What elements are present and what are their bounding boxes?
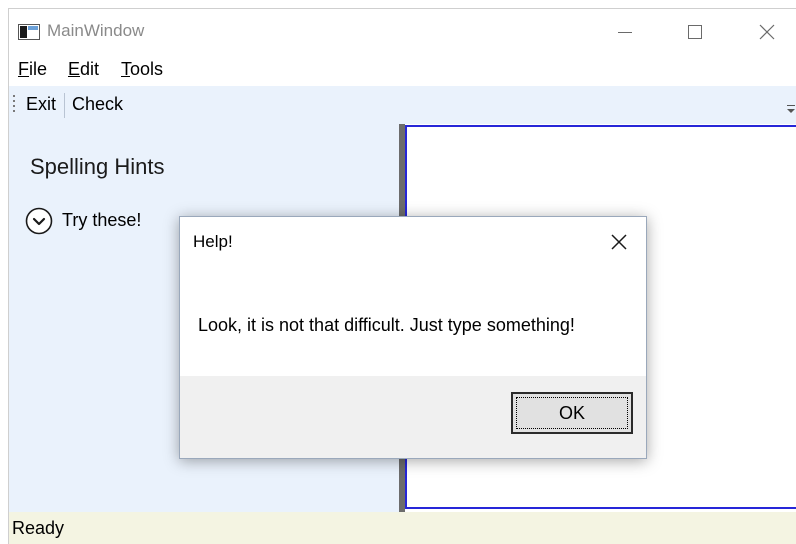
toolbar-separator xyxy=(64,93,65,118)
menu-edit[interactable]: Edit xyxy=(68,59,99,80)
minimize-button[interactable] xyxy=(603,17,647,47)
window-title: MainWindow xyxy=(47,21,145,40)
toolbar-overflow-icon[interactable] xyxy=(787,104,795,114)
menu-bar: File Edit Tools xyxy=(9,54,796,86)
check-button[interactable]: Check xyxy=(72,94,123,115)
status-text: Ready xyxy=(12,518,65,538)
minimize-icon xyxy=(618,32,632,33)
close-icon xyxy=(759,24,775,40)
maximize-icon xyxy=(688,25,702,39)
dialog-close-icon[interactable] xyxy=(608,231,630,253)
menu-edit-label: dit xyxy=(80,59,100,79)
maximize-button[interactable] xyxy=(673,17,717,47)
app-icon xyxy=(18,24,40,40)
dialog-footer: OK xyxy=(180,376,646,458)
menu-file[interactable]: File xyxy=(18,59,47,80)
help-dialog: Help! Look, it is not that difficult. Ju… xyxy=(179,216,647,459)
menu-tools-label: ools xyxy=(130,59,164,79)
toolbar-grip[interactable] xyxy=(13,95,16,115)
menu-edit-mnemonic: E xyxy=(68,59,81,79)
menu-tools[interactable]: Tools xyxy=(121,59,163,80)
dialog-title: Help! xyxy=(193,232,233,251)
spelling-hints-title: Spelling Hints xyxy=(30,154,165,179)
toolbar: Exit Check xyxy=(9,86,796,124)
menu-file-label: ile xyxy=(29,59,48,79)
dialog-message: Look, it is not that difficult. Just typ… xyxy=(198,315,575,335)
exit-button[interactable]: Exit xyxy=(26,94,56,115)
ok-button[interactable]: OK xyxy=(511,392,633,434)
title-bar[interactable]: MainWindow xyxy=(9,9,796,54)
menu-tools-mnemonic: T xyxy=(121,59,130,79)
status-bar: Ready xyxy=(9,512,796,544)
ok-button-label: OK xyxy=(558,403,585,423)
chevron-down-circle-icon[interactable] xyxy=(25,207,53,235)
expander-label: Try these! xyxy=(62,210,142,230)
close-button[interactable] xyxy=(745,17,789,47)
menu-file-mnemonic: F xyxy=(18,59,29,79)
